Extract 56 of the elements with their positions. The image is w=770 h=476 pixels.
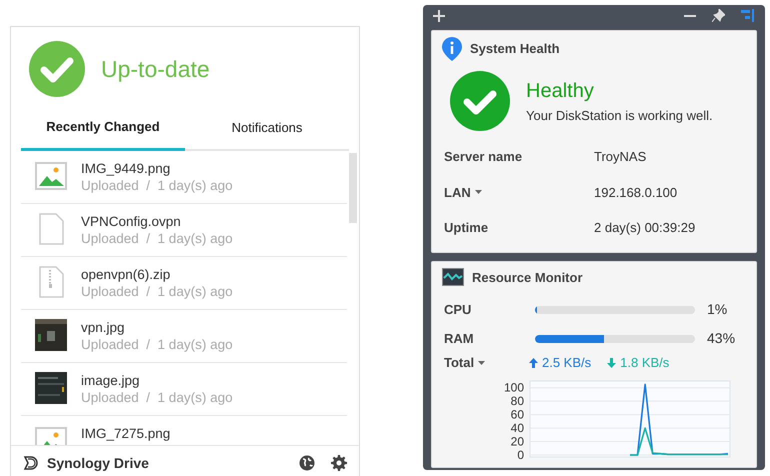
- file-name[interactable]: IMG_7275.png: [81, 424, 170, 442]
- file-name[interactable]: openvpn(6).zip: [81, 266, 233, 282]
- download-rate: 1.8 KB/s: [620, 354, 670, 372]
- caret-icon[interactable]: [478, 360, 486, 365]
- meter-label: RAM: [444, 330, 475, 348]
- meter-label: CPU: [444, 300, 472, 319]
- photo-placeholder: [35, 318, 67, 350]
- drive-logo-icon: [23, 455, 39, 471]
- meter-reading: 1%: [707, 300, 728, 319]
- check-icon: [450, 71, 510, 131]
- axis-tick-label: 0: [517, 448, 524, 458]
- globe-icon[interactable]: [299, 455, 315, 471]
- file-status: Uploaded / 1 day(s) ago: [81, 336, 233, 352]
- tab[interactable]: Notifications: [185, 109, 349, 150]
- file-name[interactable]: image.jpg: [81, 372, 233, 388]
- info-value: TroyNAS: [594, 148, 646, 166]
- health-status: Healthy: [526, 79, 595, 104]
- axis-tick-label: 80: [510, 394, 524, 408]
- status-text: Up-to-date: [101, 54, 210, 84]
- axis-tick-label: 100: [504, 380, 524, 394]
- info-icon: [442, 37, 462, 61]
- network-dropdown[interactable]: Total: [444, 353, 474, 372]
- scrollbar[interactable]: [349, 152, 357, 222]
- axis-tick-label: 40: [510, 420, 524, 435]
- file-status: Uploaded / 1 day(s) ago: [81, 230, 233, 246]
- tab[interactable]: Recently Changed: [21, 109, 185, 150]
- meter-reading: 43%: [707, 329, 736, 348]
- info-label: Server name: [444, 148, 522, 166]
- file-status: Uploaded / 1 day(s) ago: [81, 282, 233, 300]
- download-arrow-icon: [607, 358, 616, 368]
- widget-title: System Health: [470, 40, 560, 58]
- widget-title: Resource Monitor: [472, 268, 583, 286]
- upload-rate: 2.5 KB/s: [542, 354, 592, 372]
- app-title: Synology Drive: [47, 454, 149, 473]
- info-label: Uptime: [444, 219, 488, 237]
- axis-tick-label: 60: [510, 407, 524, 422]
- file-name[interactable]: IMG_9449.png: [81, 160, 233, 176]
- plus-icon[interactable]: [433, 10, 445, 22]
- file-status: Uploaded / 1 day(s) ago: [81, 388, 233, 406]
- health-message: Your DiskStation is working well.: [526, 107, 713, 126]
- settings-icon[interactable]: [331, 455, 347, 471]
- lan-dropdown[interactable]: LAN: [444, 182, 471, 202]
- file-name[interactable]: vpn.jpg: [81, 318, 233, 336]
- info-value: 2 day(s) 00:39:29: [594, 219, 696, 237]
- upload-arrow-icon: [529, 358, 538, 368]
- pin-icon[interactable]: [712, 9, 725, 22]
- info-value: 192.168.0.100: [594, 184, 678, 202]
- screenshot-placeholder: [35, 372, 67, 404]
- file-status: Uploaded / 1 day(s) ago: [81, 176, 233, 194]
- check-icon: [29, 41, 85, 97]
- monitor-icon: [442, 268, 464, 286]
- axis-tick-label: 20: [510, 434, 524, 448]
- caret-icon[interactable]: [474, 190, 482, 194]
- file-name[interactable]: VPNConfig.ovpn: [81, 212, 233, 230]
- image-icon: [35, 160, 67, 192]
- minus-icon[interactable]: [684, 14, 696, 16]
